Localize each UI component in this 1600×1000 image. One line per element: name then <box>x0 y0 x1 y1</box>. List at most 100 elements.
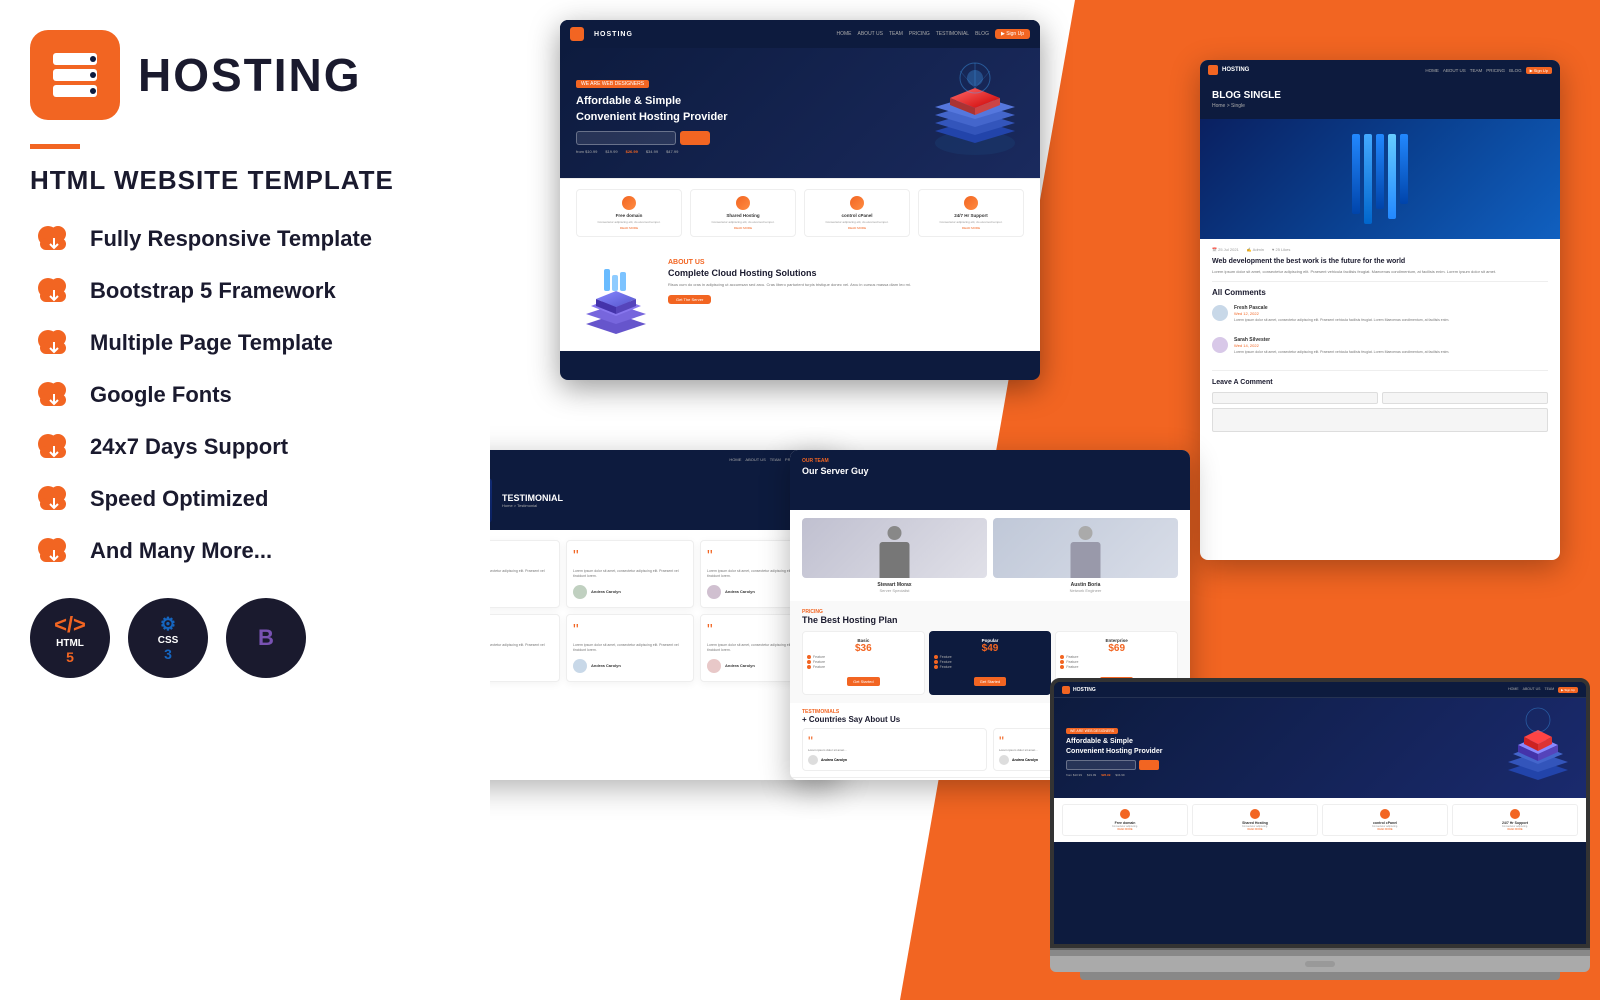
preview-search <box>576 131 728 145</box>
free-domain-icon <box>622 196 636 210</box>
preview-nav-links: HOME ABOUT US TEAM PRICING TESTIMONIAL B… <box>837 29 1030 39</box>
test-nav-team: TEAM <box>770 457 781 464</box>
form-name-field[interactable] <box>1212 392 1378 404</box>
laptop-service-icon-3 <box>1380 809 1390 819</box>
test-nav-about: ABOUT US <box>745 457 765 464</box>
author-avatar-2 <box>573 585 587 599</box>
blog-post-excerpt: Lorem ipsum dolor sit amet, consectetur … <box>1212 269 1548 275</box>
server-columns <box>1352 134 1408 224</box>
blog-nav-blog: BLOG <box>1509 68 1522 73</box>
testimonial-author-2: Andrea Carolyn <box>573 585 687 599</box>
test-nav-home: HOME <box>729 457 741 464</box>
form-message-field[interactable] <box>1212 408 1548 432</box>
team-photo-2 <box>993 518 1178 578</box>
laptop-preview: HOSTING HOME ABOUT US TEAM ▶ Sign Up WE … <box>1040 580 1600 1000</box>
preview-hero-text: WE ARE WEB DESIGNERS Affordable & Simple… <box>576 72 728 154</box>
price-2: $19.99 <box>605 149 617 154</box>
feature-1-basic: Feature <box>807 655 920 659</box>
laptop-hero-badge: WE ARE WEB DESIGNERS <box>1066 728 1118 734</box>
preview-cloud-section: ABOUT US Complete Cloud Hosting Solution… <box>560 247 1040 351</box>
blog-single-title: BLOG SINGLE <box>1212 90 1548 101</box>
bottom-test-text-1: Lorem ipsum dolor sit amet... <box>808 748 981 752</box>
feature-2-popular: Feature <box>934 660 1047 664</box>
server-col-3 <box>1376 134 1384 209</box>
blog-nav-pricing: PRICING <box>1486 68 1505 73</box>
service-shared-hosting: Shared Hosting Consectetur adipiscing el… <box>690 189 796 237</box>
laptop-3d-svg <box>1498 700 1578 790</box>
feature-text-1: Fully Responsive Template <box>90 226 372 252</box>
feature-item-speed: Speed Optimized <box>30 480 460 518</box>
testimonial-text-2: Lorem ipsum dolor sit amet, consectetur … <box>573 569 687 579</box>
hero-title: Affordable & SimpleConvenient Hosting Pr… <box>576 94 728 125</box>
preview-nav-logo <box>570 27 584 41</box>
cloud-cta-btn: Get The Server <box>668 295 711 304</box>
laptop-search-btn <box>1139 760 1159 770</box>
popular-cta[interactable]: Get Started <box>974 677 1006 686</box>
nav-testimonial: TESTIMONIAL <box>936 31 969 37</box>
laptop-services: Free domain Consectetur adipiscing. READ… <box>1054 798 1586 842</box>
blog-nav-about: ABOUT US <box>1443 68 1466 73</box>
hero-badge: WE ARE WEB DESIGNERS <box>576 80 649 88</box>
testimonial-card-2: " Lorem ipsum dolor sit amet, consectetu… <box>566 540 694 608</box>
laptop-service-1: Free domain Consectetur adipiscing. READ… <box>1062 804 1188 836</box>
team-role-1: Server Specialist <box>802 588 987 593</box>
quote-mark-2: " <box>573 549 687 565</box>
cloud-desc: Risus cum do cras in adipiscing ut accum… <box>668 282 911 288</box>
comment-text-1: Fresh Pascale Wed 12, 2022 Lorem ipsum d… <box>1234 305 1449 329</box>
feature-item-multipage: Multiple Page Template <box>30 324 460 362</box>
form-email-field[interactable] <box>1382 392 1548 404</box>
previews-area: HOSTING HOME ABOUT US TEAM PRICING TESTI… <box>400 0 1600 1000</box>
laptop-3d-graphic <box>1498 700 1578 790</box>
feature-2-basic: Feature <box>807 660 920 664</box>
comment-date-1: Wed 12, 2022 <box>1234 311 1449 316</box>
comment-2: Sarah Silvester Wed 14, 2022 Lorem ipsum… <box>1212 337 1548 361</box>
team-member-1: Stewart Morax Server Specialist <box>802 518 987 593</box>
laptop-screen-content: HOSTING HOME ABOUT US TEAM ▶ Sign Up WE … <box>1054 682 1586 944</box>
laptop-service-2: Shared Hosting Consectetur adipiscing. R… <box>1192 804 1318 836</box>
bottom-quote-1: " <box>808 734 981 748</box>
pricing-links: from $10.99 $19.99 $26.99 $34.99 $47.99 <box>576 149 728 154</box>
cloud-download-icon-5 <box>30 428 74 466</box>
hero-3d-graphic <box>920 53 1030 163</box>
feature-1-popular: Feature <box>934 655 1047 659</box>
bottom-test-card-1: " Lorem ipsum dolor sit amet... Andrea C… <box>802 728 987 771</box>
laptop-price-4: $34.99 <box>1115 773 1124 777</box>
author-avatar-6 <box>707 659 721 673</box>
support-desc: Consectetur adipiscing elit, do eiusmod … <box>923 220 1019 224</box>
blog-title-bar: BLOG SINGLE Home > Single <box>1200 80 1560 119</box>
blog-meta: 📅 25 Jul 2021 ✍ Admin ♥ 25 Likes <box>1212 247 1548 252</box>
comment-body-2: Lorem ipsum dolor sit amet, consectetur … <box>1234 350 1449 355</box>
shared-hosting-icon <box>736 196 750 210</box>
bottom-avatar-1 <box>808 755 818 765</box>
nav-about: ABOUT US <box>858 31 883 37</box>
person-silhouette-1 <box>877 526 912 578</box>
laptop-nav-links: HOME ABOUT US TEAM ▶ Sign Up <box>1508 687 1578 693</box>
testimonial-breadcrumb: Home > Testimonial <box>502 503 563 508</box>
laptop-hero: WE ARE WEB DESIGNERS Affordable & Simple… <box>1054 698 1586 798</box>
feature-list: Fully Responsive Template Bootstrap 5 Fr… <box>30 220 460 570</box>
blog-preview: HOSTING HOME ABOUT US TEAM PRICING BLOG … <box>1200 60 1560 560</box>
hero-3d-svg <box>920 53 1030 163</box>
basic-cta[interactable]: Get Started <box>847 677 879 686</box>
price-1: from $10.99 <box>576 149 597 154</box>
laptop-search-input <box>1066 760 1136 770</box>
author-name-6: Andrea Carolyn <box>725 663 755 668</box>
quote-mark-5: " <box>573 623 687 639</box>
free-domain-desc: Consectetur adipiscing elit, do eiusmod … <box>581 220 677 224</box>
plan-price-basic: $36 <box>807 643 920 654</box>
feature-text-4: Google Fonts <box>90 382 232 408</box>
price-4: $34.99 <box>646 149 658 154</box>
server-col-4 <box>1388 134 1396 219</box>
cpanel-desc: Consectetur adipiscing elit, do eiusmod … <box>809 220 905 224</box>
blog-comments-header: All Comments <box>1212 281 1548 297</box>
feature-text-3: Multiple Page Template <box>90 330 333 356</box>
laptop-nav-team: TEAM <box>1544 687 1554 693</box>
comment-body-1: Lorem ipsum dolor sit amet, consectetur … <box>1234 318 1449 323</box>
blog-author: ✍ Admin <box>1247 247 1264 252</box>
server-col-1 <box>1352 134 1360 214</box>
feature-item-responsive: Fully Responsive Template <box>30 220 460 258</box>
tech-badges: </> HTML 5 ⚙ CSS 3 B <box>30 598 460 678</box>
plan-price-popular: $49 <box>934 643 1047 654</box>
feature-item-fonts: Google Fonts <box>30 376 460 414</box>
blog-date: 📅 25 Jul 2021 <box>1212 247 1239 252</box>
